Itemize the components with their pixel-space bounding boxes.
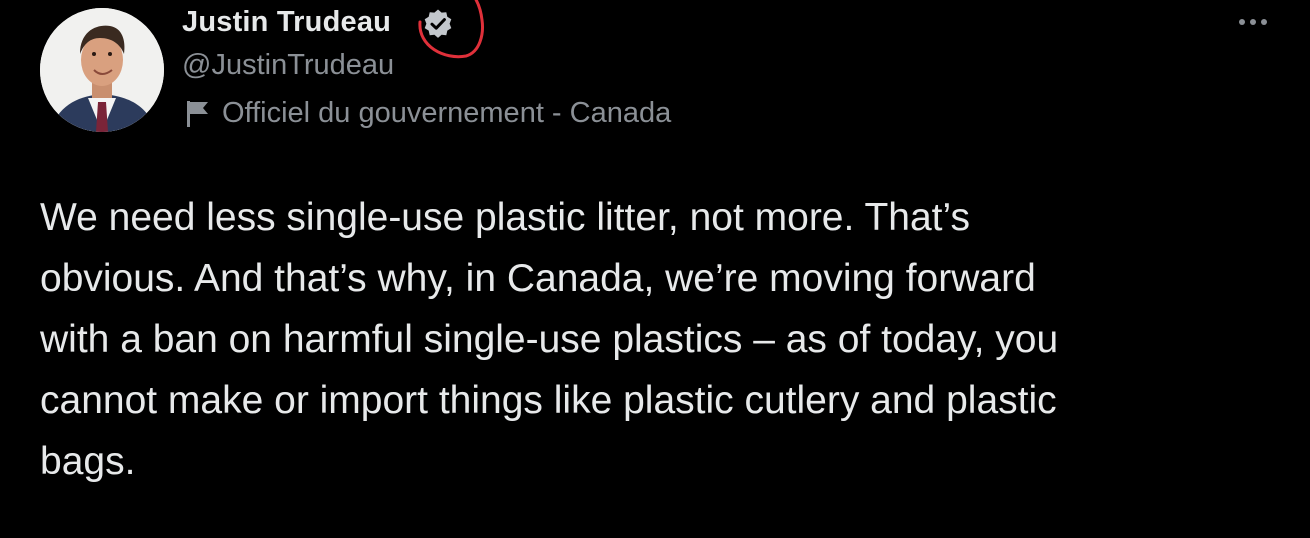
flag-icon [187,101,208,127]
display-name[interactable]: Justin Trudeau [182,4,391,40]
government-label-text: Officiel du gouvernement - Canada [222,96,672,129]
more-options-icon[interactable] [1236,12,1270,32]
government-label: Officiel du gouvernement - Canada [184,95,671,131]
tweet-text: We need less single-use plastic litter, … [40,196,1059,483]
avatar[interactable] [40,8,164,132]
red-annotation-circle [418,0,484,59]
profile-photo [40,8,164,132]
user-handle[interactable]: @JustinTrudeau [182,47,394,83]
tweet: Justin Trudeau @JustinTrudeau Officiel d… [0,0,1310,538]
